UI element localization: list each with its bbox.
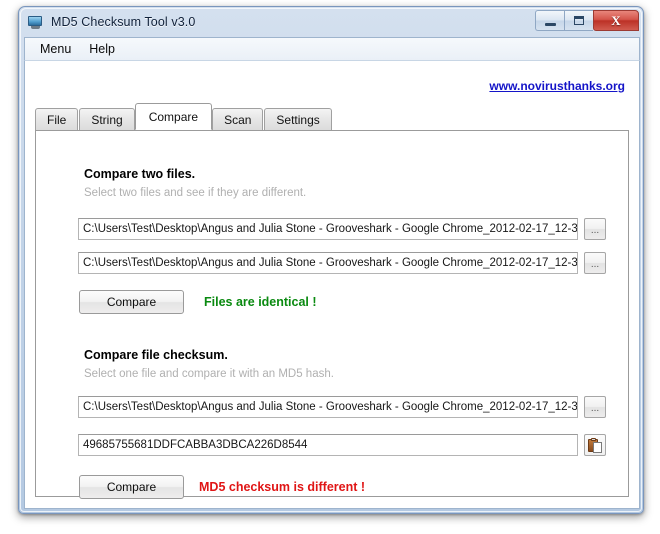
file1-browse-button[interactable]: ... [584,218,606,240]
tab-scan[interactable]: Scan [212,108,264,130]
file1-row: C:\Users\Test\Desktop\Angus and Julia St… [78,218,606,240]
minimize-button[interactable] [535,10,564,31]
application-window: MD5 Checksum Tool v3.0 X Menu Help www.n… [18,6,644,514]
menu-item-menu[interactable]: Menu [31,40,80,58]
compare-files-subtitle: Select two files and see if they are dif… [84,187,307,199]
compare-checksum-button[interactable]: Compare [79,475,184,499]
clipboard-paste-icon [588,437,602,453]
file2-path-input[interactable]: C:\Users\Test\Desktop\Angus and Julia St… [78,252,578,274]
paste-hash-button[interactable] [584,434,606,456]
file2-row: C:\Users\Test\Desktop\Angus and Julia St… [78,252,606,274]
compare-checksum-subtitle: Select one file and compare it with an M… [84,368,334,380]
tab-panel-compare: Compare two files. Select two files and … [35,130,629,499]
file1-path-input[interactable]: C:\Users\Test\Desktop\Angus and Julia St… [78,218,578,240]
app-monitor-icon [28,15,44,30]
tab-strip: File String Compare Scan Settings [35,103,629,130]
maximize-button[interactable] [564,10,593,31]
compare-checksum-title: Compare file checksum. [84,348,228,362]
client-area: www.novirusthanks.org File String Compar… [24,60,640,509]
minimize-icon [544,22,556,26]
checksum-file-row: C:\Users\Test\Desktop\Angus and Julia St… [78,396,606,418]
title-bar[interactable]: MD5 Checksum Tool v3.0 X [19,7,643,37]
compare-files-result: Files are identical ! [204,295,317,309]
menu-item-help[interactable]: Help [80,40,124,58]
close-icon: X [611,13,621,28]
tab-string[interactable]: String [79,108,135,130]
md5-hash-row: 49685755681DDFCABBA3DBCA226D8544 [78,434,606,456]
tab-compare[interactable]: Compare [134,103,213,130]
menu-bar: Menu Help [24,37,640,60]
checksum-file-path-input[interactable]: C:\Users\Test\Desktop\Angus and Julia St… [78,396,578,418]
md5-hash-input[interactable]: 49685755681DDFCABBA3DBCA226D8544 [78,434,578,456]
file2-browse-button[interactable]: ... [584,252,606,274]
compare-checksum-result: MD5 checksum is different ! [199,480,366,494]
compare-files-title: Compare two files. [84,167,196,181]
close-button[interactable]: X [593,10,639,31]
compare-files-button[interactable]: Compare [79,290,184,314]
checksum-file-browse-button[interactable]: ... [584,396,606,418]
tab-file[interactable]: File [35,108,79,130]
tab-settings[interactable]: Settings [264,108,332,130]
website-link[interactable]: www.novirusthanks.org [489,79,625,93]
window-title: MD5 Checksum Tool v3.0 [51,15,196,29]
desktop-background: MD5 Checksum Tool v3.0 X Menu Help www.n… [0,0,660,534]
window-controls: X [535,10,639,31]
maximize-icon [574,16,584,25]
